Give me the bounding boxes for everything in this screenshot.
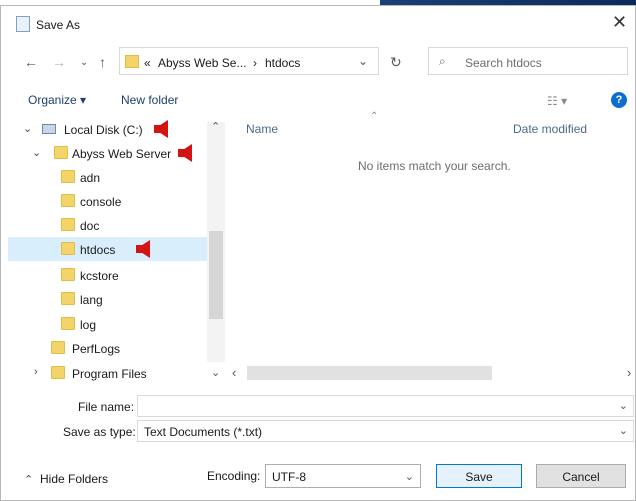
tree-item-program-files[interactable]: › Program Files [8, 361, 208, 385]
column-header-name[interactable]: Name [246, 122, 278, 136]
close-icon[interactable]: ✕ [612, 12, 627, 33]
file-name-label: File name: [78, 400, 135, 414]
recent-locations-chevron-icon[interactable]: ⌄ [80, 57, 88, 68]
forward-arrow-icon[interactable]: → [52, 54, 66, 70]
new-folder-button[interactable]: New folder [121, 93, 178, 107]
tree-item-label: adn [80, 171, 101, 185]
tree-item-label: lang [80, 293, 103, 307]
up-arrow-icon[interactable]: ↑ [99, 54, 106, 70]
search-input[interactable]: ⌕ Search htdocs [428, 47, 628, 75]
folder-icon [125, 55, 139, 68]
file-name-input[interactable]: ⌄ [137, 395, 634, 417]
refresh-icon[interactable]: ↻ [390, 54, 402, 71]
tree-item-lang[interactable]: lang [8, 287, 208, 311]
tree-item-doc[interactable]: doc [8, 213, 208, 237]
breadcrumb-overflow[interactable]: « [144, 56, 151, 70]
folder-icon [61, 218, 75, 231]
tree-item-label: log [80, 318, 97, 332]
notepad-app-icon [16, 16, 30, 32]
hide-folders-button[interactable]: Hide Folders [40, 472, 108, 486]
annotation-arrow-icon [136, 240, 150, 258]
address-bar[interactable]: « Abyss Web Se... › htdocs ⌄ [119, 47, 379, 75]
scroll-down-icon[interactable]: ⌄ [211, 366, 220, 379]
organize-menu[interactable]: Organize ▾ [28, 93, 86, 107]
tree-item-adn[interactable]: adn [8, 165, 208, 189]
cancel-button[interactable]: Cancel [536, 464, 626, 488]
folder-icon [51, 341, 65, 354]
folder-icon [61, 317, 75, 330]
breadcrumb-htdocs[interactable]: htdocs [265, 56, 300, 70]
tree-item-label: kcstore [80, 269, 119, 283]
annotation-arrow-icon [178, 144, 192, 162]
encoding-select[interactable]: UTF-8 ⌄ [265, 464, 421, 488]
expand-chevron-icon[interactable]: ⌄ [32, 146, 41, 159]
folder-icon [51, 366, 65, 379]
tree-item-log[interactable]: log [8, 312, 208, 336]
tree-item-label: console [80, 195, 122, 209]
chevron-down-icon[interactable]: ⌄ [619, 424, 628, 437]
empty-folder-message: No items match your search. [358, 159, 511, 173]
view-options-icon[interactable]: ☷ ▾ [547, 94, 567, 108]
breadcrumb-abyss-web-server[interactable]: Abyss Web Se... [158, 56, 246, 70]
expand-chevron-icon[interactable]: ⌄ [23, 122, 32, 135]
save-button[interactable]: Save [436, 464, 522, 488]
tree-item-abyss-web-server[interactable]: ⌄ Abyss Web Server [8, 141, 208, 165]
tree-item-label: Local Disk (C:) [64, 123, 143, 137]
folder-icon [61, 242, 75, 255]
address-dropdown-icon[interactable]: ⌄ [358, 54, 368, 68]
folder-icon [54, 146, 68, 159]
folder-icon [61, 170, 75, 183]
breadcrumb-separator: › [253, 56, 257, 70]
tree-item-console[interactable]: console [8, 189, 208, 213]
tree-scrollbar-thumb[interactable] [209, 231, 223, 319]
help-icon[interactable]: ? [611, 92, 627, 108]
drive-icon [42, 124, 56, 134]
content-horizontal-scrollbar-thumb[interactable] [247, 366, 492, 380]
scroll-up-icon[interactable]: ⌃ [211, 120, 220, 133]
tree-item-perflogs[interactable]: PerfLogs [8, 336, 208, 360]
encoding-label: Encoding: [207, 469, 261, 483]
tree-item-label: htdocs [80, 243, 116, 257]
sort-indicator-icon: ⌃ [370, 111, 379, 122]
chevron-down-icon[interactable]: ⌄ [619, 399, 628, 412]
chevron-down-icon[interactable]: ⌄ [405, 470, 414, 483]
annotation-arrow-icon [154, 120, 168, 138]
collapsed-chevron-icon[interactable]: › [34, 366, 38, 378]
folder-icon [61, 292, 75, 305]
column-header-date-modified[interactable]: Date modified [513, 122, 587, 136]
tree-item-label: Program Files [72, 367, 147, 381]
scroll-right-icon[interactable]: › [627, 365, 631, 380]
tree-item-htdocs[interactable]: htdocs [8, 237, 208, 261]
folder-icon [61, 268, 75, 281]
back-arrow-icon[interactable]: ← [24, 54, 38, 70]
hide-folders-chevron-icon[interactable]: ⌃ [24, 473, 33, 486]
save-as-type-select[interactable]: Text Documents (*.txt) ⌄ [137, 420, 634, 442]
scroll-left-icon[interactable]: ‹ [232, 365, 236, 380]
tree-item-local-disk[interactable]: ⌄ Local Disk (C:) [8, 117, 208, 141]
save-as-type-label: Save as type: [63, 425, 136, 439]
tree-item-label: PerfLogs [72, 342, 121, 356]
tree-item-kcstore[interactable]: kcstore [8, 263, 208, 287]
search-icon: ⌕ [439, 54, 446, 68]
tree-item-label: Abyss Web Server [72, 147, 172, 161]
save-as-type-value: Text Documents (*.txt) [144, 425, 263, 439]
encoding-value: UTF-8 [272, 470, 306, 484]
dialog-title: Save As [36, 18, 81, 32]
folder-icon [61, 194, 75, 207]
tree-item-label: doc [80, 219, 100, 233]
search-placeholder: Search htdocs [465, 56, 542, 70]
